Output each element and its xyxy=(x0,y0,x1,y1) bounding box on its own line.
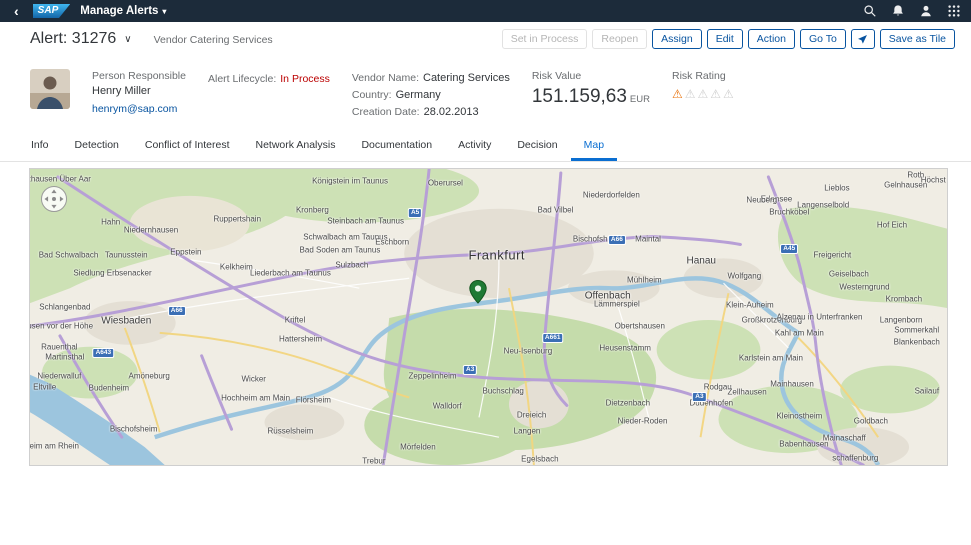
search-icon[interactable] xyxy=(863,4,877,18)
tab-map[interactable]: Map xyxy=(571,132,617,161)
country-row: Country:Germany xyxy=(352,86,510,103)
road-shield: A3 xyxy=(463,365,477,375)
road-shield: A643 xyxy=(93,348,115,358)
risk-value-block: Risk Value 151.159,63EUR xyxy=(532,69,650,108)
road-shield: A66 xyxy=(608,235,626,245)
vendor-details-block: Vendor Name:Catering ServicesCountry:Ger… xyxy=(352,69,510,120)
creation-date-row: Creation Date:28.02.2013 xyxy=(352,103,510,120)
user-avatar-icon[interactable] xyxy=(919,4,933,18)
warning-triangle-icon: ⚠ xyxy=(698,87,711,101)
road-shield: A45 xyxy=(780,244,798,254)
warning-triangle-icon: ⚠ xyxy=(672,87,685,101)
tab-documentation[interactable]: Documentation xyxy=(348,132,445,161)
map-background xyxy=(30,169,947,465)
tab-info[interactable]: Info xyxy=(18,132,62,161)
tab-decision[interactable]: Decision xyxy=(504,132,570,161)
go-to-button[interactable]: Go To xyxy=(800,29,846,49)
shell-app-title[interactable]: Manage Alerts ▾ xyxy=(80,5,166,17)
vendor-name-row: Vendor Name:Catering Services xyxy=(352,69,510,86)
notifications-bell-icon[interactable] xyxy=(891,4,905,18)
assign-button[interactable]: Assign xyxy=(652,29,702,49)
map-navigation-control[interactable] xyxy=(40,185,68,213)
risk-value-label: Risk Value xyxy=(532,69,650,84)
app-grid-icon[interactable] xyxy=(947,4,961,18)
map-container[interactable]: Holzhausen Über AarHahnBad SchwalbachTau… xyxy=(29,168,948,466)
person-responsible-label: Person Responsible xyxy=(92,69,186,84)
person-name: Henry Miller xyxy=(92,84,186,99)
road-shield: A661 xyxy=(542,333,564,343)
object-header: Person Responsible Henry Miller henrym@s… xyxy=(0,56,971,132)
lifecycle-status: In Process xyxy=(280,73,330,85)
tab-network-analysis[interactable]: Network Analysis xyxy=(243,132,349,161)
person-email-link[interactable]: henrym@sap.com xyxy=(92,102,177,117)
header-action-buttons: Set in ProcessReopenAssignEditActionGo T… xyxy=(502,29,955,49)
tab-bar: InfoDetectionConflict of InterestNetwork… xyxy=(0,132,971,162)
set-in-process-button[interactable]: Set in Process xyxy=(502,29,588,49)
page-header: Alert: 31276 ∨ Vendor Catering Services … xyxy=(0,22,971,56)
warning-triangle-icon: ⚠ xyxy=(723,87,736,101)
lifecycle-label: Alert Lifecycle: xyxy=(208,73,276,85)
risk-rating-block: Risk Rating ⚠⚠⚠⚠⚠ xyxy=(672,69,736,100)
road-shield: A5 xyxy=(408,208,422,218)
share-button[interactable] xyxy=(851,29,875,49)
warning-triangle-icon: ⚠ xyxy=(685,87,698,101)
risk-currency: EUR xyxy=(630,94,650,105)
alert-lifecycle-block: Alert Lifecycle: In Process xyxy=(208,69,330,87)
road-shield: A66 xyxy=(168,306,186,316)
chevron-down-icon: ▾ xyxy=(162,7,166,16)
page-subtitle: Vendor Catering Services xyxy=(154,34,273,46)
risk-rating-icons: ⚠⚠⚠⚠⚠ xyxy=(672,88,736,100)
shell-app-title-text: Manage Alerts xyxy=(80,5,158,17)
road-shield: A3 xyxy=(692,392,706,402)
page-title: Alert: 31276 xyxy=(30,30,116,48)
map-pin-marker[interactable] xyxy=(469,280,487,309)
back-button[interactable]: ‹ xyxy=(10,4,23,18)
risk-rating-label: Risk Rating xyxy=(672,69,736,84)
save-as-tile-button[interactable]: Save as Tile xyxy=(880,29,955,49)
tab-conflict-of-interest[interactable]: Conflict of Interest xyxy=(132,132,243,161)
edit-button[interactable]: Edit xyxy=(707,29,743,49)
tab-detection[interactable]: Detection xyxy=(62,132,132,161)
tab-activity[interactable]: Activity xyxy=(445,132,504,161)
shell-bar: ‹ SAP Manage Alerts ▾ xyxy=(0,0,971,22)
action-button[interactable]: Action xyxy=(748,29,795,49)
sap-logo: SAP xyxy=(33,4,71,18)
reopen-button[interactable]: Reopen xyxy=(592,29,647,49)
person-responsible-block: Person Responsible Henry Miller henrym@s… xyxy=(92,69,186,117)
risk-value: 151.159,63 xyxy=(532,86,627,107)
title-expand-chevron-icon[interactable]: ∨ xyxy=(124,34,131,45)
warning-triangle-icon: ⚠ xyxy=(710,87,723,101)
avatar xyxy=(30,69,70,109)
